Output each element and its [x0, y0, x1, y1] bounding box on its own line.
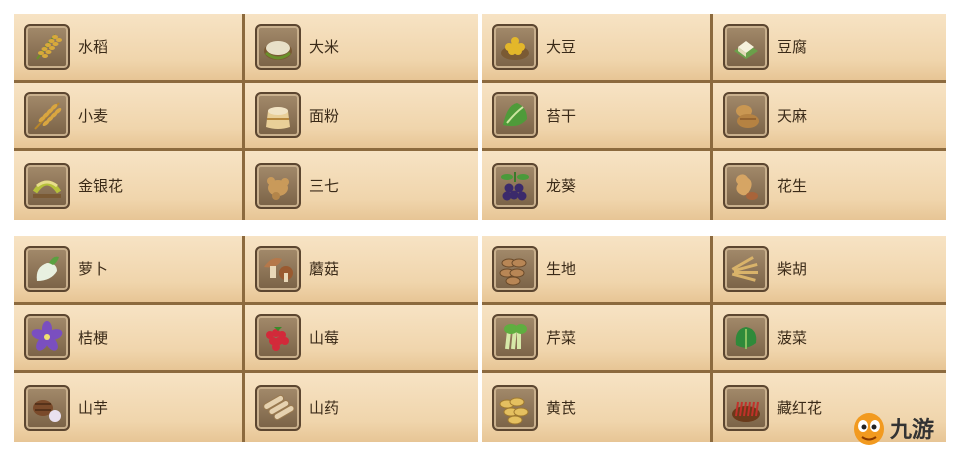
- ingredient-cell[interactable]: 柴胡: [713, 236, 946, 305]
- soybean-icon: [492, 23, 538, 70]
- yam-taro-icon: [24, 384, 70, 431]
- ingredient-cell[interactable]: 小麦: [14, 82, 245, 152]
- ingredient-label: 蘑菇: [309, 260, 340, 279]
- ingredient-cell[interactable]: 山药: [245, 373, 478, 442]
- ingredient-cell[interactable]: 黄芪: [482, 373, 713, 442]
- raspberry-icon: [255, 314, 301, 361]
- ingredient-cell[interactable]: 生地: [482, 236, 713, 305]
- ingredient-label: 花生: [777, 177, 808, 196]
- jiuyou-mascot-icon: [854, 413, 884, 445]
- ingredient-label: 面粉: [309, 106, 340, 125]
- rehmannia-slices-icon: [492, 245, 538, 292]
- ingredient-label: 大豆: [546, 38, 577, 57]
- ingredient-cell[interactable]: 三七: [245, 151, 478, 220]
- sanqi-root-icon: [255, 162, 301, 209]
- ingredient-cell[interactable]: 蘑菇: [245, 236, 478, 305]
- ingredient-cell[interactable]: 山芋: [14, 373, 245, 442]
- ingredient-panel-bottom-left: 萝卜 蘑菇桔梗 山莓山芋 山药: [14, 236, 478, 442]
- ingredient-label: 桔梗: [78, 328, 109, 347]
- spinach-icon: [723, 314, 769, 361]
- ingredient-cell[interactable]: 大豆: [482, 14, 713, 83]
- rice-plant-icon: [24, 23, 70, 70]
- ingredient-cell[interactable]: 天麻: [713, 82, 946, 152]
- flour-sack-icon: [255, 92, 301, 139]
- peanut-icon: [723, 162, 769, 209]
- bupleurum-root-icon: [723, 245, 769, 292]
- honeysuckle-icon: [24, 162, 70, 209]
- ingredient-cell[interactable]: 山莓: [245, 304, 478, 374]
- mushroom-icon: [255, 245, 301, 292]
- ingredient-cell[interactable]: 水稻: [14, 14, 245, 83]
- celtuce-icon: [492, 92, 538, 139]
- ingredient-label: 山芋: [78, 399, 109, 418]
- ingredient-cell[interactable]: 大米: [245, 14, 478, 83]
- ingredient-label: 金银花: [78, 177, 124, 196]
- ingredient-label: 藏红花: [777, 399, 823, 418]
- ingredient-label: 黄芪: [546, 399, 577, 418]
- ingredient-label: 苔干: [546, 106, 577, 125]
- ingredient-cell[interactable]: 萝卜: [14, 236, 245, 305]
- nightshade-berries-icon: [492, 162, 538, 209]
- celery-icon: [492, 314, 538, 361]
- ingredient-cell[interactable]: 豆腐: [713, 14, 946, 83]
- ingredient-label: 菠菜: [777, 328, 808, 347]
- ingredient-panel-top-left: 水稻 大米小麦 面粉金银花 三七: [14, 14, 478, 220]
- ingredient-panel-top-right: 大豆 豆腐苔干 天麻龙葵 花生: [482, 14, 946, 220]
- ingredient-cell[interactable]: 面粉: [245, 82, 478, 152]
- ingredient-label: 水稻: [78, 38, 109, 57]
- ingredient-label: 豆腐: [777, 38, 808, 57]
- ingredient-label: 生地: [546, 260, 577, 279]
- rice-grains-icon: [255, 23, 301, 70]
- ingredient-cell[interactable]: 菠菜: [713, 304, 946, 374]
- ingredient-cell[interactable]: 桔梗: [14, 304, 245, 374]
- jiuyou-logo: 九游: [852, 408, 948, 448]
- balloon-flower-icon: [24, 314, 70, 361]
- ingredient-cell[interactable]: 龙葵: [482, 151, 713, 220]
- saffron-icon: [723, 384, 769, 431]
- ingredient-label: 天麻: [777, 106, 808, 125]
- ingredient-label: 小麦: [78, 106, 109, 125]
- gastrodia-icon: [723, 92, 769, 139]
- tofu-icon: [723, 23, 769, 70]
- ingredient-label: 柴胡: [777, 260, 808, 279]
- ingredient-label: 三七: [309, 177, 340, 196]
- logo-text: 九游: [890, 418, 935, 443]
- wheat-icon: [24, 92, 70, 139]
- radish-icon: [24, 245, 70, 292]
- ingredient-label: 芹菜: [546, 328, 577, 347]
- ingredient-label: 山莓: [309, 328, 340, 347]
- ingredient-label: 萝卜: [78, 260, 109, 279]
- ingredient-cell[interactable]: 花生: [713, 151, 946, 220]
- ingredient-label: 龙葵: [546, 177, 577, 196]
- chinese-yam-icon: [255, 384, 301, 431]
- astragalus-slices-icon: [492, 384, 538, 431]
- ingredient-label: 大米: [309, 38, 340, 57]
- ingredient-cell[interactable]: 苔干: [482, 82, 713, 152]
- ingredient-label: 山药: [309, 399, 340, 418]
- ingredient-cell[interactable]: 芹菜: [482, 304, 713, 374]
- ingredient-cell[interactable]: 金银花: [14, 151, 245, 220]
